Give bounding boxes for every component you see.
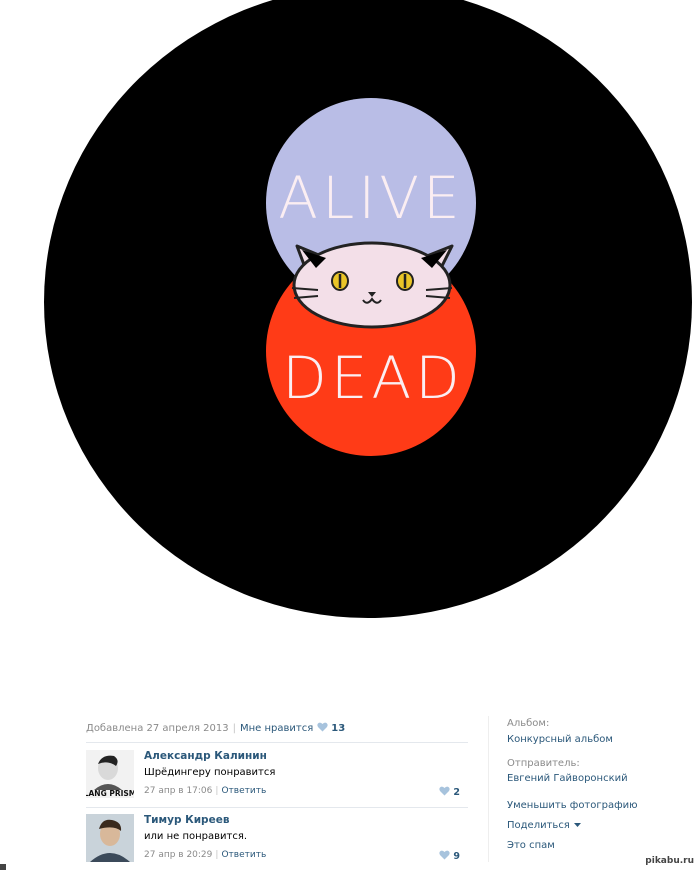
sender-link[interactable]: Евгений Гайворонский: [507, 773, 628, 784]
comment-like-count: 9: [453, 851, 460, 862]
added-date: Добавлена 27 апреля 2013: [86, 723, 229, 734]
heart-icon[interactable]: [439, 786, 451, 799]
album-link[interactable]: Конкурсный альбом: [507, 734, 613, 745]
share-label: Поделиться: [507, 820, 570, 831]
avatar[interactable]: LANG PRISM: [86, 750, 134, 798]
reply-link[interactable]: Ответить: [221, 786, 266, 796]
comment-time[interactable]: 27 апр в 17:06: [144, 786, 212, 796]
shrink-photo-link[interactable]: Уменьшить фотографию: [507, 800, 638, 811]
svg-text:LANG PRISM: LANG PRISM: [86, 789, 134, 798]
report-spam-link[interactable]: Это спам: [507, 840, 555, 851]
comment-item: LANG PRISM Александр Калинин Шрёдингеру …: [86, 750, 466, 806]
album-label: Альбом:: [507, 718, 550, 729]
photo-meta: Добавлена 27 апреля 2013 | Мне нравится 13: [86, 722, 346, 735]
comment-like[interactable]: 2: [435, 786, 460, 799]
alive-text: ALIVE: [278, 164, 463, 232]
like-count: 13: [331, 723, 346, 734]
comment-author[interactable]: Александр Калинин: [144, 750, 267, 762]
avatar[interactable]: [86, 814, 134, 862]
cat-face: [291, 241, 454, 329]
photo[interactable]: ALIVE DEAD: [0, 0, 700, 690]
comment-footer: 27 апр в 20:29 | Ответить: [144, 850, 267, 860]
comment-time[interactable]: 27 апр в 20:29: [144, 850, 212, 860]
alive-dead-cat-image: ALIVE DEAD: [44, 0, 692, 618]
like-button[interactable]: Мне нравится: [240, 723, 313, 734]
chevron-down-icon: [573, 820, 582, 831]
dead-text: DEAD: [282, 344, 464, 412]
heart-icon[interactable]: [317, 722, 328, 735]
sender-label: Отправитель:: [507, 758, 580, 769]
corner-mark: [0, 864, 6, 870]
heart-icon[interactable]: [439, 850, 451, 863]
sidebar-divider: [488, 716, 489, 862]
comment-footer: 27 апр в 17:06 | Ответить: [144, 786, 267, 796]
comment-like[interactable]: 9: [435, 850, 460, 863]
comment-text: Шрёдингеру понравится: [144, 767, 276, 778]
comment-author[interactable]: Тимур Киреев: [144, 814, 229, 826]
comment-like-count: 2: [453, 787, 460, 798]
watermark: pikabu.ru: [645, 856, 694, 866]
divider: [86, 807, 468, 808]
comment-text: или не понравится.: [144, 831, 248, 842]
reply-link[interactable]: Ответить: [221, 850, 266, 860]
divider: [86, 742, 468, 743]
share-button[interactable]: Поделиться: [507, 820, 582, 831]
comment-item: Тимур Киреев или не понравится. 27 апр в…: [86, 814, 466, 870]
